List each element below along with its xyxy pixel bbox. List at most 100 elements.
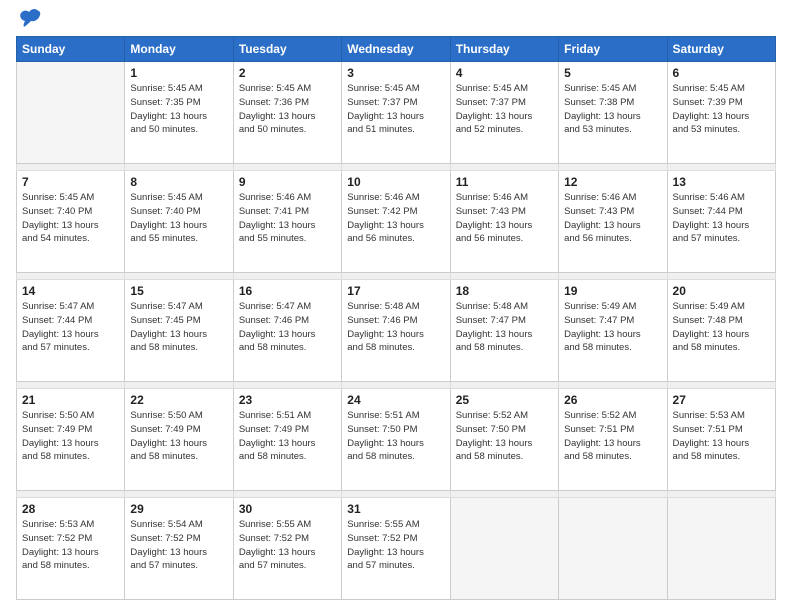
calendar-cell: 5Sunrise: 5:45 AM Sunset: 7:38 PM Daylig… — [559, 62, 667, 164]
week-divider-row — [17, 381, 776, 388]
calendar-cell: 12 Sunrise: 5:46 AM Sunset: 7:43 PM Dayli… — [559, 171, 667, 273]
day-info: Sunrise: 5:55 AM Sunset: 7:52 PM Dayligh… — [347, 518, 444, 573]
calendar-cell — [450, 498, 558, 600]
day-number: 12 — [564, 175, 661, 189]
day-number: 17 — [347, 284, 444, 298]
day-number: 22 — [130, 393, 227, 407]
calendar-cell: 29Sunrise: 5:54 AM Sunset: 7:52 PM Dayli… — [125, 498, 233, 600]
day-number: 21 — [22, 393, 119, 407]
day-info: Sunrise: 5:47 AM Sunset: 7:46 PM Dayligh… — [239, 300, 336, 355]
calendar-cell: 25 Sunrise: 5:52 AM Sunset: 7:50 PM Dayli… — [450, 389, 558, 491]
day-number: 6 — [673, 66, 770, 80]
calendar-cell: 9Sunrise: 5:46 AM Sunset: 7:41 PM Daylig… — [233, 171, 341, 273]
weekday-header-monday: Monday — [125, 37, 233, 62]
weekday-header-row: SundayMondayTuesdayWednesdayThursdayFrid… — [17, 37, 776, 62]
calendar-cell: 6 Sunrise: 5:45 AM Sunset: 7:39 PM Daylig… — [667, 62, 775, 164]
weekday-header-thursday: Thursday — [450, 37, 558, 62]
day-info: Sunrise: 5:48 AM Sunset: 7:47 PM Dayligh… — [456, 300, 553, 355]
day-info: Sunrise: 5:46 AM Sunset: 7:43 PM Dayligh… — [456, 191, 553, 246]
day-info: Sunrise: 5:48 AM Sunset: 7:46 PM Dayligh… — [347, 300, 444, 355]
day-number: 10 — [347, 175, 444, 189]
day-number: 20 — [673, 284, 770, 298]
day-number: 11 — [456, 175, 553, 189]
calendar-cell — [17, 62, 125, 164]
day-number: 8 — [130, 175, 227, 189]
calendar-cell: 10 Sunrise: 5:46 AM Sunset: 7:42 PM Dayli… — [342, 171, 450, 273]
calendar-cell: 30Sunrise: 5:55 AM Sunset: 7:52 PM Dayli… — [233, 498, 341, 600]
day-number: 9 — [239, 175, 336, 189]
bird-icon — [19, 8, 41, 28]
day-number: 15 — [130, 284, 227, 298]
calendar-cell: 27 Sunrise: 5:53 AM Sunset: 7:51 PM Dayli… — [667, 389, 775, 491]
calendar-cell: 17 Sunrise: 5:48 AM Sunset: 7:46 PM Dayli… — [342, 280, 450, 382]
calendar-cell: 22 Sunrise: 5:50 AM Sunset: 7:49 PM Dayli… — [125, 389, 233, 491]
day-info: Sunrise: 5:52 AM Sunset: 7:51 PM Dayligh… — [564, 409, 661, 464]
day-info: Sunrise: 5:45 AM Sunset: 7:40 PM Dayligh… — [130, 191, 227, 246]
day-info: Sunrise: 5:46 AM Sunset: 7:44 PM Dayligh… — [673, 191, 770, 246]
day-info: Sunrise: 5:45 AM Sunset: 7:37 PM Dayligh… — [347, 82, 444, 137]
day-number: 19 — [564, 284, 661, 298]
day-info: Sunrise: 5:50 AM Sunset: 7:49 PM Dayligh… — [22, 409, 119, 464]
page-container: SundayMondayTuesdayWednesdayThursdayFrid… — [0, 0, 792, 612]
day-info: Sunrise: 5:50 AM Sunset: 7:49 PM Dayligh… — [130, 409, 227, 464]
day-info: Sunrise: 5:45 AM Sunset: 7:37 PM Dayligh… — [456, 82, 553, 137]
day-info: Sunrise: 5:45 AM Sunset: 7:35 PM Dayligh… — [130, 82, 227, 137]
day-info: Sunrise: 5:45 AM Sunset: 7:39 PM Dayligh… — [673, 82, 770, 137]
calendar-cell: 4 Sunrise: 5:45 AM Sunset: 7:37 PM Daylig… — [450, 62, 558, 164]
day-info: Sunrise: 5:51 AM Sunset: 7:50 PM Dayligh… — [347, 409, 444, 464]
logo — [16, 12, 41, 28]
week-row-3: 14Sunrise: 5:47 AM Sunset: 7:44 PM Dayli… — [17, 280, 776, 382]
day-info: Sunrise: 5:49 AM Sunset: 7:47 PM Dayligh… — [564, 300, 661, 355]
calendar-cell: 2Sunrise: 5:45 AM Sunset: 7:36 PM Daylig… — [233, 62, 341, 164]
day-info: Sunrise: 5:53 AM Sunset: 7:51 PM Dayligh… — [673, 409, 770, 464]
calendar-cell: 3 Sunrise: 5:45 AM Sunset: 7:37 PM Daylig… — [342, 62, 450, 164]
day-number: 13 — [673, 175, 770, 189]
day-info: Sunrise: 5:45 AM Sunset: 7:40 PM Dayligh… — [22, 191, 119, 246]
day-number: 25 — [456, 393, 553, 407]
calendar-cell: 23 Sunrise: 5:51 AM Sunset: 7:49 PM Dayli… — [233, 389, 341, 491]
calendar-cell: 20Sunrise: 5:49 AM Sunset: 7:48 PM Dayli… — [667, 280, 775, 382]
calendar-cell — [559, 498, 667, 600]
weekday-header-sunday: Sunday — [17, 37, 125, 62]
calendar-cell: 24 Sunrise: 5:51 AM Sunset: 7:50 PM Dayli… — [342, 389, 450, 491]
weekday-header-saturday: Saturday — [667, 37, 775, 62]
day-info: Sunrise: 5:51 AM Sunset: 7:49 PM Dayligh… — [239, 409, 336, 464]
calendar-cell: 1 Sunrise: 5:45 AM Sunset: 7:35 PM Daylig… — [125, 62, 233, 164]
calendar-cell: 13 Sunrise: 5:46 AM Sunset: 7:44 PM Dayli… — [667, 171, 775, 273]
day-info: Sunrise: 5:53 AM Sunset: 7:52 PM Dayligh… — [22, 518, 119, 573]
day-number: 18 — [456, 284, 553, 298]
day-number: 7 — [22, 175, 119, 189]
day-info: Sunrise: 5:47 AM Sunset: 7:44 PM Dayligh… — [22, 300, 119, 355]
day-info: Sunrise: 5:46 AM Sunset: 7:43 PM Dayligh… — [564, 191, 661, 246]
day-number: 1 — [130, 66, 227, 80]
calendar-cell: 18 Sunrise: 5:48 AM Sunset: 7:47 PM Dayli… — [450, 280, 558, 382]
day-number: 23 — [239, 393, 336, 407]
day-number: 31 — [347, 502, 444, 516]
weekday-header-tuesday: Tuesday — [233, 37, 341, 62]
week-row-2: 7 Sunrise: 5:45 AM Sunset: 7:40 PM Daylig… — [17, 171, 776, 273]
day-number: 5 — [564, 66, 661, 80]
week-divider-row — [17, 272, 776, 279]
calendar-cell: 16 Sunrise: 5:47 AM Sunset: 7:46 PM Dayli… — [233, 280, 341, 382]
calendar-cell: 19 Sunrise: 5:49 AM Sunset: 7:47 PM Dayli… — [559, 280, 667, 382]
day-info: Sunrise: 5:52 AM Sunset: 7:50 PM Dayligh… — [456, 409, 553, 464]
calendar-cell: 21 Sunrise: 5:50 AM Sunset: 7:49 PM Dayli… — [17, 389, 125, 491]
day-number: 24 — [347, 393, 444, 407]
week-divider-row — [17, 490, 776, 497]
day-number: 4 — [456, 66, 553, 80]
calendar-cell: 14Sunrise: 5:47 AM Sunset: 7:44 PM Dayli… — [17, 280, 125, 382]
calendar-cell: 7 Sunrise: 5:45 AM Sunset: 7:40 PM Daylig… — [17, 171, 125, 273]
day-number: 27 — [673, 393, 770, 407]
calendar-cell — [667, 498, 775, 600]
day-number: 16 — [239, 284, 336, 298]
day-info: Sunrise: 5:54 AM Sunset: 7:52 PM Dayligh… — [130, 518, 227, 573]
weekday-header-friday: Friday — [559, 37, 667, 62]
calendar-cell: 31 Sunrise: 5:55 AM Sunset: 7:52 PM Dayli… — [342, 498, 450, 600]
day-number: 28 — [22, 502, 119, 516]
day-info: Sunrise: 5:46 AM Sunset: 7:42 PM Dayligh… — [347, 191, 444, 246]
week-divider-row — [17, 163, 776, 170]
day-number: 2 — [239, 66, 336, 80]
calendar-cell: 28 Sunrise: 5:53 AM Sunset: 7:52 PM Dayli… — [17, 498, 125, 600]
day-number: 3 — [347, 66, 444, 80]
week-row-4: 21 Sunrise: 5:50 AM Sunset: 7:49 PM Dayli… — [17, 389, 776, 491]
